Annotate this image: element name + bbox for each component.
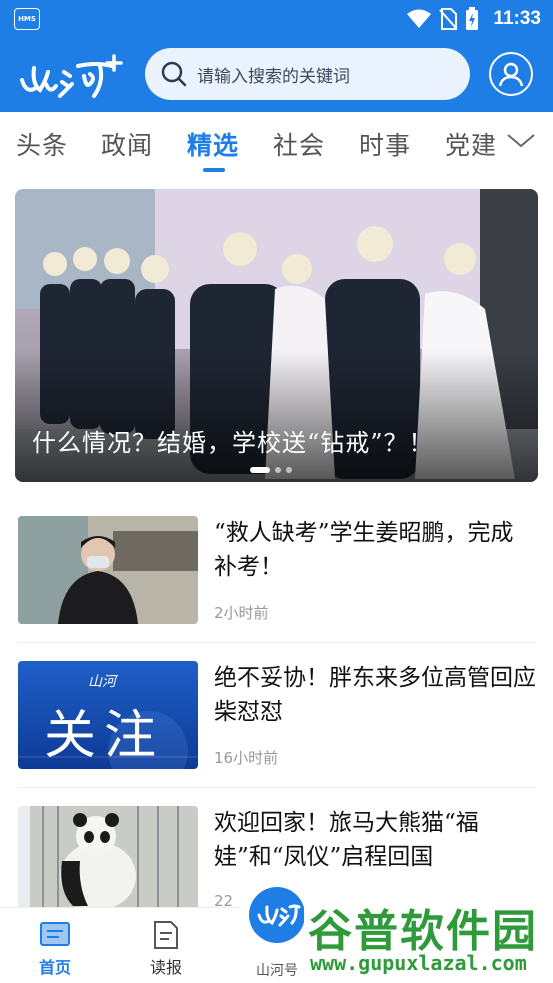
status-bar: HMS 11:33: [0, 0, 553, 38]
carousel-dot: [286, 467, 292, 473]
nav-shanhe-label: 山河号: [256, 963, 298, 979]
nav-newspaper[interactable]: 读报: [126, 920, 206, 978]
featured-banner[interactable]: 什么情况？结婚，学校送“钻戒”？！: [15, 189, 538, 482]
wifi-icon: [407, 9, 432, 28]
news-time: 16小时前: [214, 749, 279, 767]
home-icon: [40, 922, 70, 946]
thumb-text: 关注: [44, 706, 165, 766]
chevron-down-icon[interactable]: [505, 128, 537, 152]
news-thumbnail: 山河 关注: [18, 661, 198, 769]
news-title: “救人缺考”学生姜昭鹏，完成补考！: [214, 520, 514, 580]
banner-title: 什么情况？结婚，学校送“钻戒”？！: [32, 429, 434, 457]
category-tabs: 头条 政闻 精选 社会 时事 党建: [0, 112, 553, 174]
tab-shishi[interactable]: 时事: [359, 126, 411, 162]
news-title: 欢迎回家！旅马大熊猫“福娃”和“凤仪”启程回国: [214, 810, 479, 870]
divider: [18, 642, 535, 643]
thumb-logo: 山河: [88, 674, 116, 690]
search-box[interactable]: 请输入搜索的关键词: [145, 48, 470, 100]
nav-newspaper-label: 读报: [149, 958, 182, 977]
app-logo[interactable]: [16, 50, 128, 102]
nav-shanhe-button[interactable]: [240, 878, 314, 952]
search-placeholder: 请输入搜索的关键词: [197, 66, 350, 87]
user-icon: [498, 62, 524, 87]
watermark: 谷普软件园 www.gupuxlazal.com: [304, 893, 553, 983]
no-sim-icon: [439, 8, 458, 30]
tab-zhengwen[interactable]: 政闻: [101, 126, 153, 162]
nav-home[interactable]: 首页: [15, 920, 95, 978]
tab-shehui[interactable]: 社会: [273, 126, 325, 162]
news-thumbnail: [18, 516, 198, 624]
tab-dangjian[interactable]: 党建: [445, 126, 497, 162]
status-icons: 11:33: [407, 6, 541, 32]
carousel-dot-active: [250, 467, 270, 473]
newspaper-icon: [154, 921, 178, 949]
watermark-url: www.gupuxlazal.com: [310, 951, 527, 975]
search-icon: [161, 61, 187, 87]
tab-jingxuan[interactable]: 精选: [187, 126, 239, 162]
app-header: HMS 11:33 请输入搜索的关键词: [0, 0, 553, 112]
active-tab-indicator: [203, 168, 225, 172]
battery-charging-icon: [466, 7, 479, 30]
news-item[interactable]: “救人缺考”学生姜昭鹏，完成补考！ 2小时前: [18, 516, 535, 642]
shanhe-logo-icon: [20, 54, 123, 98]
carousel-indicator: [250, 467, 292, 473]
carousel-dot: [275, 467, 281, 473]
divider: [18, 787, 535, 788]
user-profile-button[interactable]: [489, 52, 533, 96]
news-time: 2小时前: [214, 604, 269, 622]
news-thumbnail: [18, 806, 198, 914]
nav-home-label: 首页: [38, 958, 71, 977]
clock: 11:33: [493, 8, 541, 29]
tab-toutiao[interactable]: 头条: [16, 126, 68, 162]
news-title: 绝不妥协！胖东来多位高管回应柴怼怼: [214, 665, 536, 725]
watermark-title: 谷普软件园: [308, 906, 538, 957]
hms-badge: HMS: [14, 8, 40, 30]
shanhe-logo-icon: [249, 887, 305, 943]
news-item[interactable]: 山河 关注 绝不妥协！胖东来多位高管回应柴怼怼 16小时前: [18, 661, 536, 787]
